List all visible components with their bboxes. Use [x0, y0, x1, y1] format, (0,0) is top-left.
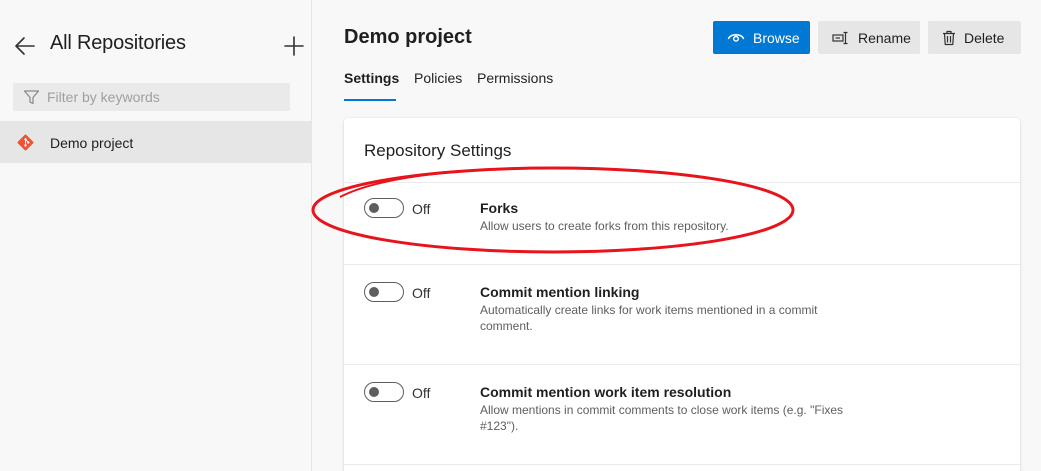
setting-row-commit-mention-linking: Off Commit mention linking Automatically… [344, 264, 1020, 364]
commit-mention-resolution-setting-description: Allow mentions in commit comments to clo… [480, 403, 844, 433]
tab-permissions[interactable]: Permissions [477, 70, 553, 86]
setting-row-commit-mention-resolution: Off Commit mention work item resolution … [344, 364, 1020, 464]
delete-label: Delete [964, 29, 1005, 46]
browse-button[interactable]: Browse [713, 21, 810, 54]
sidebar-title: All Repositories [50, 32, 186, 54]
rename-button[interactable]: Rename [818, 21, 920, 54]
forks-setting-description: Allow users to create forks from this re… [480, 219, 729, 233]
sidebar: All Repositories Demo project [0, 0, 312, 471]
forks-setting-name: Forks [480, 200, 519, 216]
browse-label: Browse [753, 29, 800, 46]
card-title: Repository Settings [364, 141, 512, 160]
page-title: Demo project [344, 26, 472, 48]
repo-item-demo-project[interactable]: Demo project [0, 121, 311, 163]
toggle-knob [369, 203, 379, 213]
toggle-knob [369, 287, 379, 297]
delete-button[interactable]: Delete [928, 21, 1021, 54]
main-pane: Demo project Browse Rename Delete Settin… [313, 0, 1041, 471]
commit-mention-linking-toggle[interactable] [364, 282, 404, 302]
rename-icon [832, 31, 848, 44]
commit-mention-linking-toggle-state: Off [412, 285, 431, 301]
rename-label: Rename [858, 29, 911, 46]
commit-mention-resolution-toggle[interactable] [364, 382, 404, 402]
commit-mention-linking-setting-name: Commit mention linking [480, 284, 640, 300]
filter-input[interactable] [47, 83, 283, 111]
commit-mention-linking-setting-description: Automatically create links for work item… [480, 303, 818, 333]
tab-settings[interactable]: Settings [344, 70, 399, 86]
commit-mention-resolution-setting-name: Commit mention work item resolution [480, 384, 732, 400]
setting-row-forks: Off Forks Allow users to create forks fr… [344, 182, 1020, 264]
repo-label: Demo project [50, 135, 134, 151]
toggle-knob [369, 387, 379, 397]
trash-icon [943, 30, 955, 45]
funnel-icon [23, 90, 40, 105]
active-tab-indicator [344, 99, 396, 101]
repository-settings-card: Repository Settings Off Forks Allow user… [344, 118, 1020, 471]
arrow-left-icon[interactable] [12, 34, 38, 58]
eye-icon [727, 33, 745, 42]
forks-toggle-state: Off [412, 201, 431, 217]
setting-row-divider [344, 464, 1020, 471]
filter-box [13, 83, 290, 111]
commit-mention-resolution-toggle-state: Off [412, 385, 431, 401]
sidebar-header: All Repositories [0, 0, 312, 80]
git-icon [17, 134, 34, 151]
forks-toggle[interactable] [364, 198, 404, 218]
plus-icon[interactable] [282, 34, 306, 58]
tab-policies[interactable]: Policies [414, 70, 462, 86]
